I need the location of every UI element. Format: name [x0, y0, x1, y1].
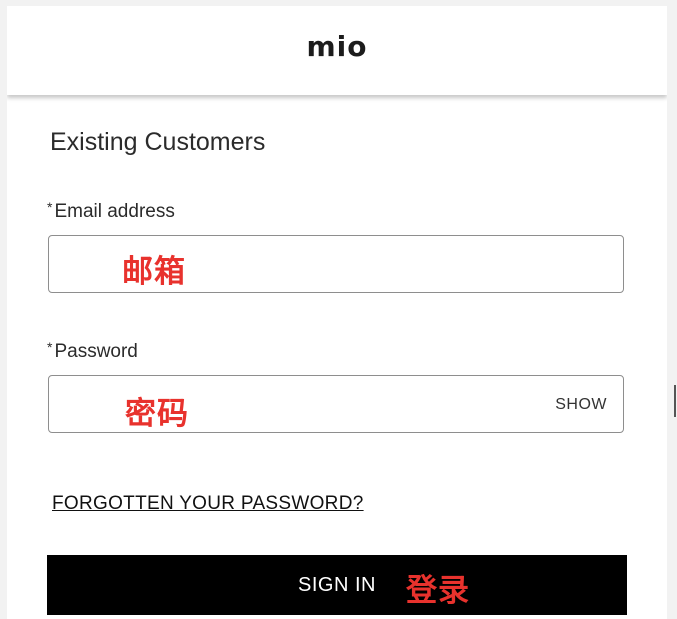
scrollbar-edge [674, 385, 676, 417]
email-field[interactable]: 邮箱 [48, 235, 624, 293]
login-page: mio Existing Customers * Email address 邮箱… [7, 6, 667, 619]
forgot-password-link[interactable]: FORGOTTEN YOUR PASSWORD? [52, 493, 364, 515]
page-title: Existing Customers [50, 128, 266, 156]
password-label-text: Password [54, 341, 138, 362]
email-annotation: 邮箱 [122, 254, 186, 290]
sign-in-button[interactable]: SIGN IN 登录 [47, 555, 627, 615]
site-header: mio [7, 6, 667, 95]
show-password-button[interactable]: SHOW [555, 396, 607, 414]
password-field[interactable]: 密码 SHOW [48, 375, 624, 433]
brand-logo[interactable]: mio [7, 30, 667, 63]
password-label: * Password [47, 339, 138, 363]
required-mark: * [47, 199, 53, 215]
sign-in-annotation: 登录 [406, 573, 470, 609]
required-mark: * [47, 339, 53, 355]
password-annotation: 密码 [125, 396, 189, 432]
email-label-text: Email address [54, 201, 175, 222]
sign-in-label: SIGN IN [298, 574, 376, 596]
email-label: * Email address [47, 199, 175, 223]
